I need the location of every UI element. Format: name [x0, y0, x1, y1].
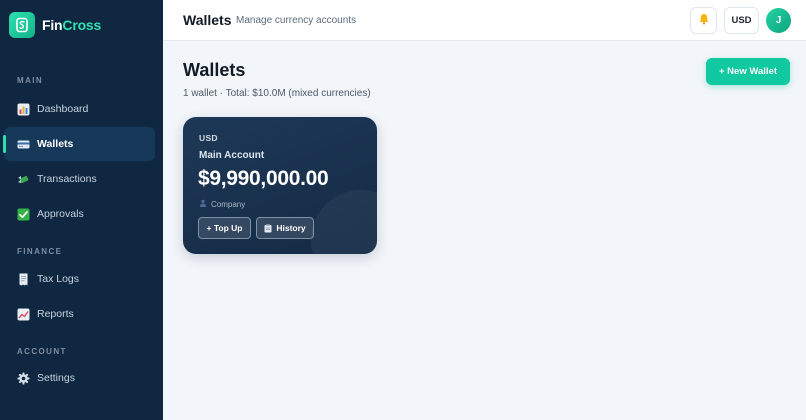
receipt-icon	[16, 272, 30, 286]
history-button[interactable]: History	[256, 217, 314, 239]
new-wallet-button[interactable]: + New Wallet	[706, 58, 790, 85]
card-decoration	[311, 190, 377, 254]
sidebar-item-label: Dashboard	[37, 103, 89, 115]
sidebar-item-approvals[interactable]: Approvals	[4, 197, 155, 231]
wallet-balance: $9,990,000.00	[198, 167, 329, 190]
wallet-owner: Company	[199, 199, 245, 209]
brand-name: FinCross	[42, 17, 102, 33]
sidebar-item-label: Tax Logs	[37, 273, 80, 285]
sidebar-item-label: Approvals	[37, 208, 84, 220]
sidebar-item-wallets[interactable]: Wallets	[3, 127, 155, 161]
clipboard-icon	[264, 223, 272, 233]
card-icon	[16, 137, 30, 151]
wallet-summary: 1 wallet · Total: $10.0M (mixed currenci…	[183, 88, 371, 99]
brand[interactable]: FinCross	[9, 12, 101, 38]
sidebar-item-tax-logs[interactable]: Tax Logs	[4, 262, 155, 296]
line-chart-icon	[16, 307, 30, 321]
page-title: Wallets	[183, 60, 246, 80]
avatar[interactable]: J	[766, 8, 791, 33]
section-label-account: ACCOUNT	[17, 347, 67, 356]
sidebar-item-settings[interactable]: Settings	[4, 361, 155, 395]
money-wings-icon	[16, 172, 30, 186]
section-label-finance: FINANCE	[17, 247, 63, 256]
topbar: Wallets Manage currency accounts USD J	[163, 0, 806, 41]
brand-logo-icon	[9, 12, 35, 38]
sidebar: FinCross MAIN Dashboard Wallets Transact…	[0, 0, 163, 420]
section-label-main: MAIN	[17, 76, 44, 85]
sidebar-item-label: Settings	[37, 372, 75, 384]
sidebar-item-reports[interactable]: Reports	[4, 297, 155, 331]
bell-icon	[698, 12, 710, 30]
sidebar-item-label: Wallets	[37, 138, 74, 150]
bar-chart-icon	[16, 102, 30, 116]
check-box-icon	[16, 207, 30, 221]
top-up-button[interactable]: + Top Up	[198, 217, 251, 239]
wallet-name: Main Account	[199, 150, 265, 161]
person-icon	[199, 199, 207, 209]
wallet-currency: USD	[199, 133, 218, 143]
topbar-title: Wallets	[183, 12, 232, 28]
sidebar-item-dashboard[interactable]: Dashboard	[4, 92, 155, 126]
currency-selector[interactable]: USD	[724, 7, 759, 34]
topbar-subtitle: Manage currency accounts	[236, 15, 357, 26]
gear-icon	[16, 371, 30, 385]
wallet-card[interactable]: USD Main Account $9,990,000.00 Company +…	[183, 117, 377, 254]
sidebar-item-label: Reports	[37, 308, 74, 320]
notifications-button[interactable]	[690, 7, 717, 34]
sidebar-item-transactions[interactable]: Transactions	[4, 162, 155, 196]
sidebar-item-label: Transactions	[37, 173, 97, 185]
